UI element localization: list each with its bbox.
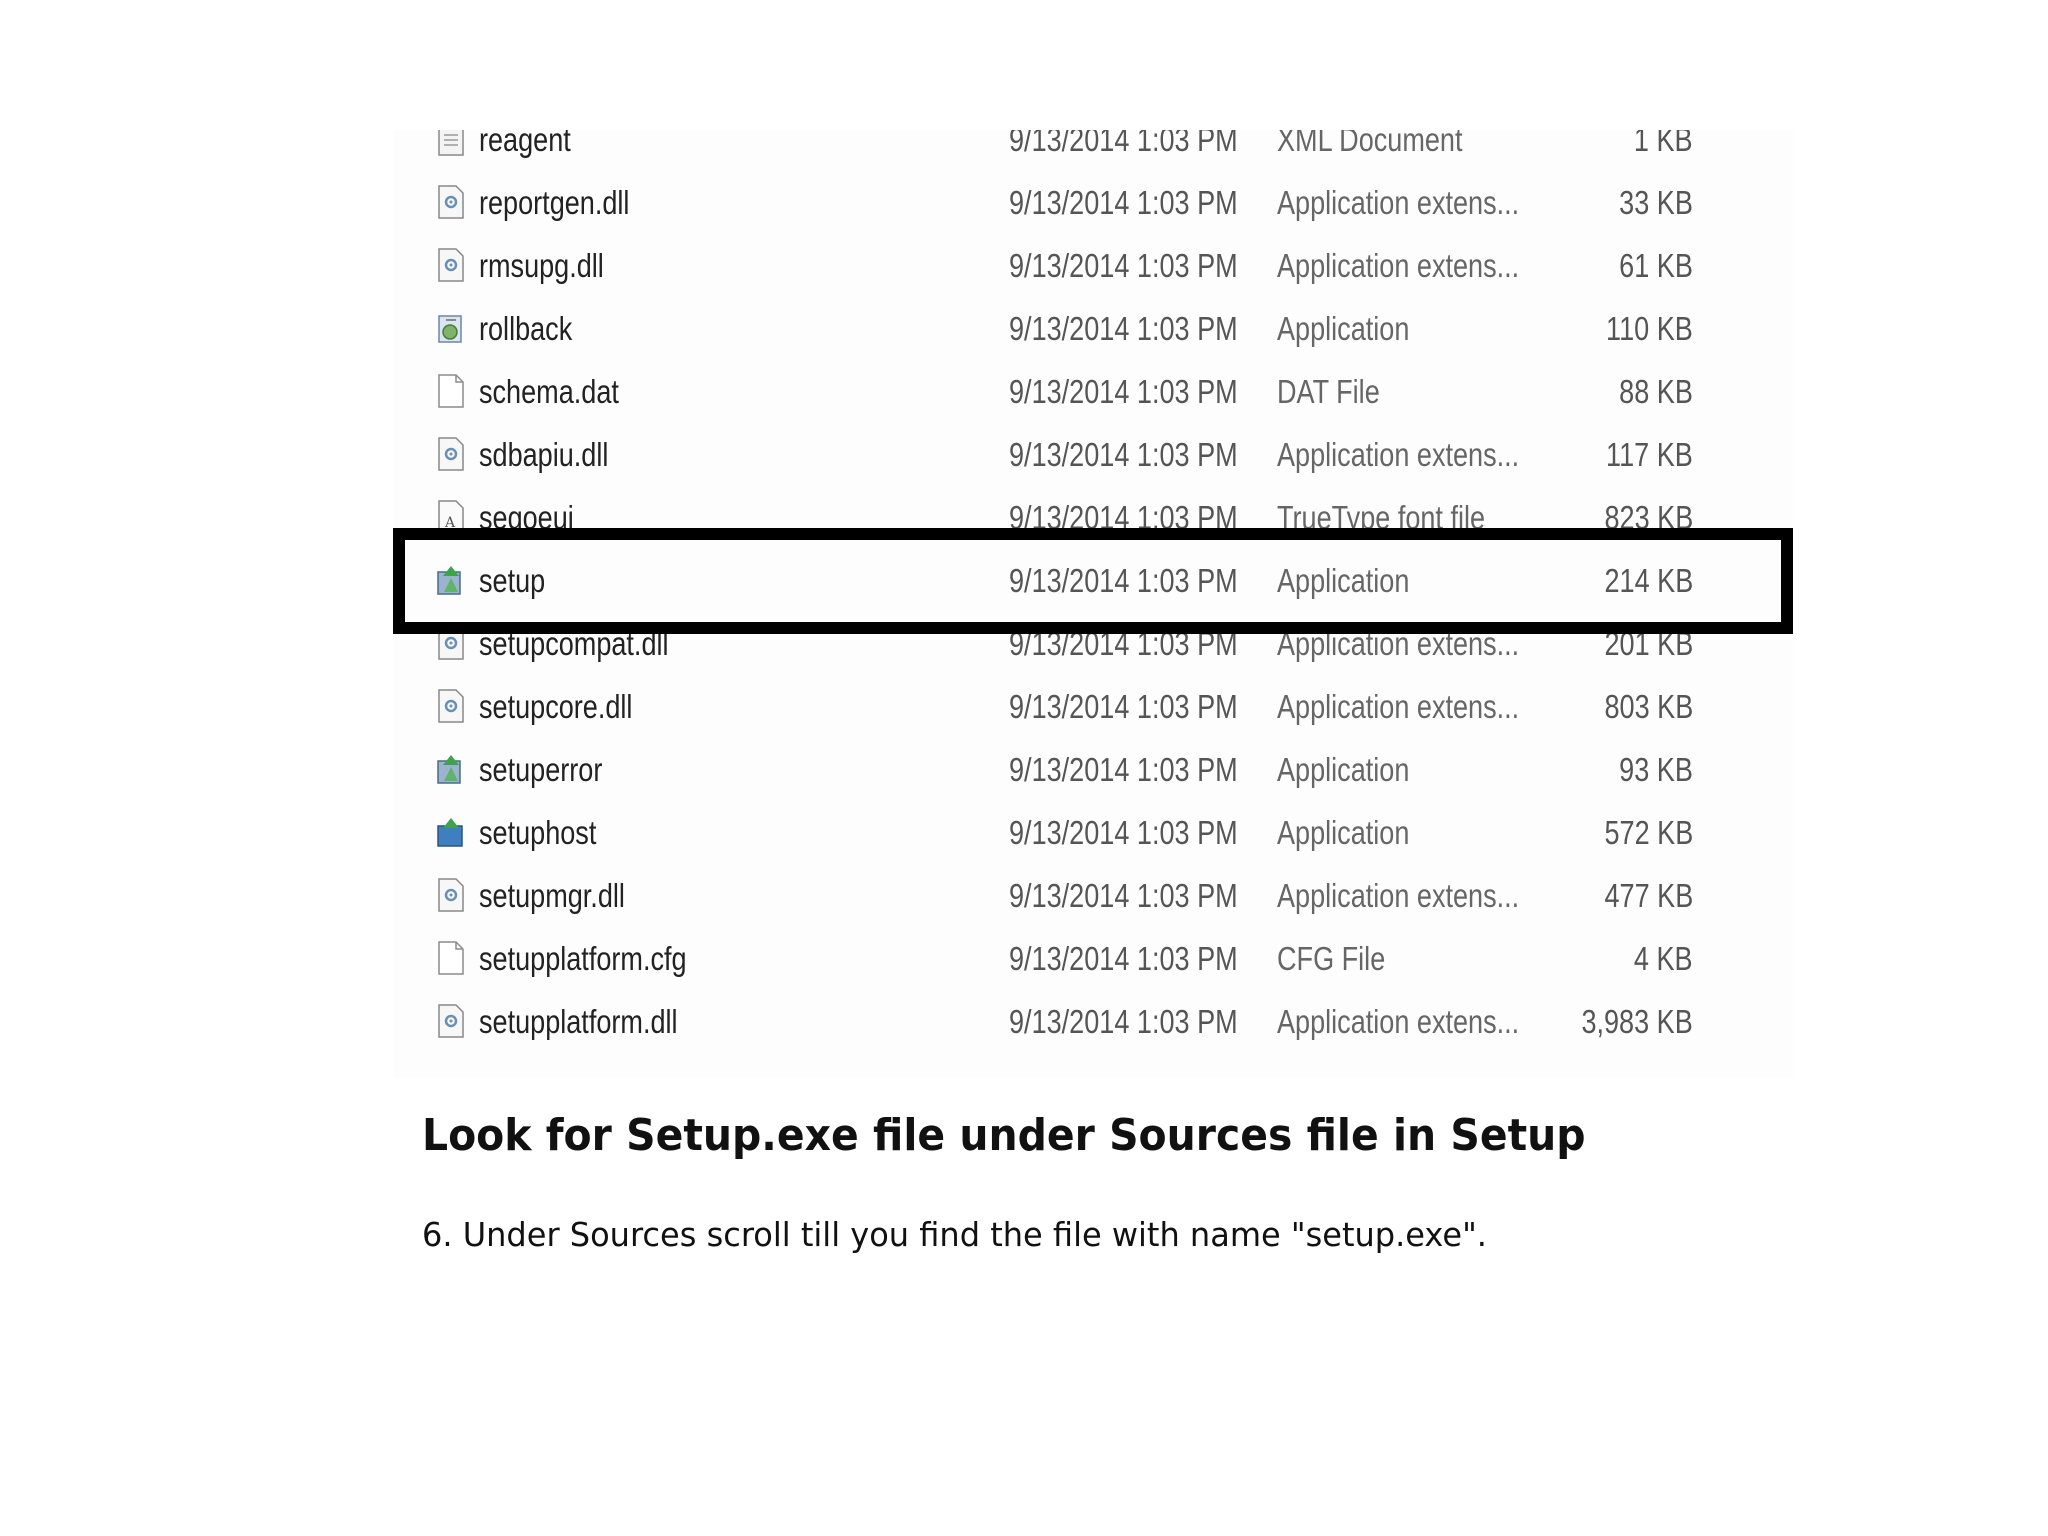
- file-size: 61 KB: [1619, 247, 1693, 284]
- file-type: Application extens...: [1277, 1003, 1520, 1040]
- file-name: reagent: [479, 130, 571, 158]
- file-date: 9/13/2014 1:03 PM: [1009, 1003, 1238, 1040]
- file-name: setuphost: [479, 814, 597, 851]
- file-type: Application: [1277, 310, 1410, 347]
- setup-highlight-box: [393, 528, 1793, 634]
- caption-title: Look for Setup.exe file under Sources fi…: [422, 1110, 1586, 1161]
- xml-document-icon: [437, 130, 465, 157]
- file-size: 33 KB: [1619, 184, 1693, 221]
- file-size: 4 KB: [1634, 940, 1693, 977]
- file-date: 9/13/2014 1:03 PM: [1009, 877, 1238, 914]
- file-name: setupplatform.cfg: [479, 940, 687, 977]
- file-row[interactable]: setupplatform.cfg 9/13/2014 1:03 PM CFG …: [393, 927, 1793, 990]
- rollback-app-icon: [437, 310, 465, 346]
- dll-file-icon: [437, 436, 465, 472]
- file-date: 9/13/2014 1:03 PM: [1009, 814, 1238, 851]
- file-date: 9/13/2014 1:03 PM: [1009, 310, 1238, 347]
- file-size: 572 KB: [1604, 814, 1693, 851]
- file-date: 9/13/2014 1:03 PM: [1009, 1053, 1238, 1068]
- file-type: Application extens...: [1277, 877, 1520, 914]
- dll-file-icon: [437, 247, 465, 283]
- file-name: rmsupg.dll: [479, 247, 604, 284]
- file-type: Application extens...: [1277, 688, 1520, 725]
- app-window-icon: [437, 1066, 465, 1068]
- file-name: reportgen.dll: [479, 184, 630, 221]
- dll-file-icon: [437, 1003, 465, 1039]
- file-row[interactable]: schema.dat 9/13/2014 1:03 PM DAT File 88…: [393, 360, 1793, 423]
- file-row[interactable]: setuphost 9/13/2014 1:03 PM Application …: [393, 801, 1793, 864]
- file-size: 88 KB: [1619, 373, 1693, 410]
- file-size: 803 KB: [1604, 688, 1693, 725]
- dll-file-icon: [437, 877, 465, 913]
- file-date: 9/13/2014 1:03 PM: [1009, 436, 1238, 473]
- file-row[interactable]: setupmgr.dll 9/13/2014 1:03 PM Applicati…: [393, 864, 1793, 927]
- file-type: DAT File: [1277, 373, 1380, 410]
- file-type: Application: [1277, 751, 1410, 788]
- file-date: 9/13/2014 1:03 PM: [1009, 184, 1238, 221]
- file-date: 9/13/2014 1:03 PM: [1009, 373, 1238, 410]
- file-type: Application extens...: [1277, 247, 1520, 284]
- file-row[interactable]: setuperror 9/13/2014 1:03 PM Application…: [393, 738, 1793, 801]
- file-size: 117 KB: [1606, 436, 1693, 473]
- file-row[interactable]: sdbapiu.dll 9/13/2014 1:03 PM Applicatio…: [393, 423, 1793, 486]
- blank-file-icon: [437, 940, 465, 976]
- file-name: rollback: [479, 310, 573, 347]
- file-type: Application: [1277, 814, 1410, 851]
- file-date: 9/13/2014 1:03 PM: [1009, 688, 1238, 725]
- file-row[interactable]: reportgen.dll 9/13/2014 1:03 PM Applicat…: [393, 171, 1793, 234]
- dll-file-icon: [437, 184, 465, 220]
- file-name: sdbapiu.dll: [479, 436, 609, 473]
- file-type: Application: [1277, 1053, 1409, 1068]
- caption-body: 6. Under Sources scroll till you find th…: [422, 1215, 1487, 1254]
- file-row[interactable]: setupcore.dll 9/13/2014 1:03 PM Applicat…: [393, 675, 1793, 738]
- file-type: CFG File: [1277, 940, 1386, 977]
- file-date: 9/13/2014 1:03 PM: [1009, 751, 1238, 788]
- file-size: 477 KB: [1604, 877, 1693, 914]
- file-name: setuperror: [479, 751, 603, 788]
- file-size: 110 KB: [1606, 310, 1693, 347]
- setup-app-icon: [437, 814, 465, 850]
- file-row[interactable]: reagent 9/13/2014 1:03 PM XML Document 1…: [393, 130, 1793, 171]
- file-row[interactable]: setupplatform.dll 9/13/2014 1:03 PM Appl…: [393, 990, 1793, 1053]
- file-size: 99 KB: [1619, 1053, 1693, 1068]
- file-name: setupmgr.dll: [479, 877, 625, 914]
- file-name: setupcore.dll: [479, 688, 633, 725]
- file-row[interactable]: setupplatform 9/13/2014 1:03 PM Applicat…: [393, 1053, 1793, 1068]
- setup-app-icon: [437, 751, 465, 787]
- file-size: 3,983 KB: [1581, 1003, 1693, 1040]
- file-name: setupplatform.dll: [479, 1003, 678, 1040]
- blank-file-icon: [437, 373, 465, 409]
- file-type: Application extens...: [1277, 436, 1520, 473]
- file-row[interactable]: rollback 9/13/2014 1:03 PM Application 1…: [393, 297, 1793, 360]
- file-date: 9/13/2014 1:03 PM: [1009, 130, 1238, 158]
- file-type: Application extens...: [1277, 184, 1520, 221]
- file-date: 9/13/2014 1:03 PM: [1009, 247, 1238, 284]
- file-date: 9/13/2014 1:03 PM: [1009, 940, 1238, 977]
- file-name: setupplatform: [479, 1053, 643, 1068]
- file-explorer-screenshot: reagent 9/13/2014 1:03 PM XML Document 1…: [393, 130, 1793, 1078]
- dll-file-icon: [437, 688, 465, 724]
- file-size: 93 KB: [1619, 751, 1693, 788]
- file-name: schema.dat: [479, 373, 619, 410]
- file-size: 1 KB: [1634, 130, 1693, 158]
- file-type: XML Document: [1277, 130, 1463, 158]
- file-row[interactable]: rmsupg.dll 9/13/2014 1:03 PM Application…: [393, 234, 1793, 297]
